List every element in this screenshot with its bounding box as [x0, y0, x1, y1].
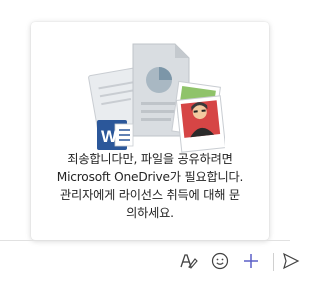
chat-compose-area: W 죄송합니다만, 파일을 공유하려면 Microsoft OneDrive가 … — [0, 0, 300, 284]
send-button[interactable] — [280, 250, 302, 272]
emoji-button[interactable] — [209, 250, 231, 272]
toolbar-divider — [273, 253, 274, 271]
svg-text:W: W — [101, 127, 118, 146]
popup-message: 죄송합니다만, 파일을 공유하려면 Microsoft OneDrive가 필요… — [56, 152, 244, 220]
compose-box-border — [0, 240, 290, 241]
add-icon — [244, 254, 258, 268]
documents-illustration-icon: W — [88, 43, 225, 153]
onedrive-required-popup: W 죄송합니다만, 파일을 공유하려면 Microsoft OneDrive가 … — [31, 22, 269, 240]
send-icon — [283, 252, 300, 270]
emoji-icon — [211, 252, 229, 270]
format-button[interactable] — [177, 250, 199, 272]
format-pen-icon — [180, 254, 198, 269]
add-attachment-button[interactable] — [240, 250, 262, 272]
